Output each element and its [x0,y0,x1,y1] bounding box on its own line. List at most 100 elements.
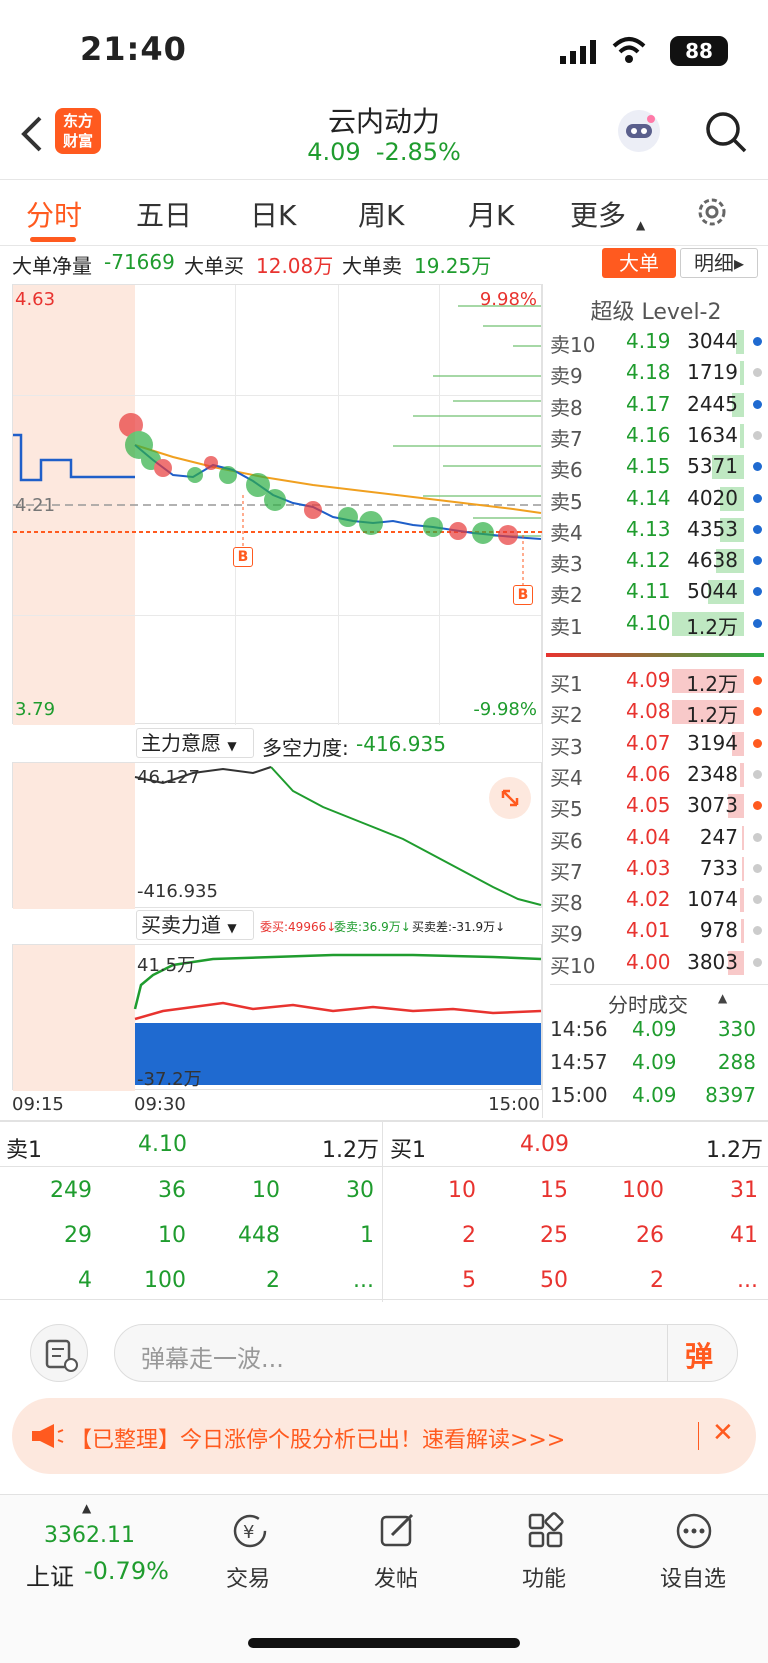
trades-title-row[interactable]: 分时成交 ▲ [550,984,768,1017]
orderbook-asks-row[interactable]: 卖8 4.17 2445 [550,389,768,420]
intraday-chart[interactable]: 4.63 4.21 3.79 9.98% -9.98% B B [12,284,543,725]
orderbook-title[interactable]: 超级 Level-2 [543,294,768,326]
level-dot-icon [753,587,762,597]
orderbook-asks-row[interactable]: 卖10 4.19 3044 [550,326,768,357]
level-label: 卖10 [550,333,596,357]
level-volume: 4353 [687,516,738,541]
orderbook-asks-row[interactable]: 卖1 4.10 1.2万 [550,608,768,639]
indicator2-chart[interactable]: 41.5万 -37.2万 [12,944,542,1091]
level-label: 卖2 [550,583,583,608]
robot-assistant-icon[interactable] [618,110,660,152]
level-label: 卖1 [550,614,583,639]
depth-bar [742,825,744,850]
danmaku-settings-icon[interactable] [30,1324,88,1382]
orderbook-asks-row[interactable]: 卖6 4.15 5371 [550,451,768,482]
indicator1-select[interactable]: 主力意愿 ▼ [136,728,254,758]
nav-watchlist[interactable]: 设自选 [660,1561,726,1593]
level-volume: 2445 [687,391,738,416]
queue-order-volume: 2 [650,1268,664,1293]
depth-bar [740,919,744,944]
depth-bar [740,361,744,386]
trade-price: 4.09 [632,1017,677,1041]
orderbook-asks-row[interactable]: 卖5 4.14 4020 [550,483,768,514]
post-icon[interactable] [378,1511,418,1551]
orderbook-bids-row[interactable]: 买5 4.05 3073 [550,790,768,821]
level-label: 买5 [550,797,583,822]
expand-icon[interactable] [489,777,531,819]
close-icon[interactable]: ✕ [712,1418,734,1448]
trade-vol: 288 [717,1050,756,1074]
watchlist-icon[interactable] [674,1511,714,1551]
danmaku-placeholder: 弹幕走一波... [141,1345,284,1373]
search-icon[interactable] [704,110,748,154]
big-buy-label: 大单买 [184,254,244,278]
queue-order-volume: 50 [540,1268,568,1293]
big-sell-value: 19.25万 [414,254,492,278]
tab-five-day[interactable]: 五日 [136,194,192,234]
orderbook-asks-row[interactable]: 卖3 4.12 4638 [550,545,768,576]
queue-order-volume: ... [737,1268,758,1293]
trade-icon[interactable]: ¥ [230,1511,270,1551]
level-label: 卖6 [550,458,583,483]
level-price: 4.00 [626,949,671,974]
buy-marker[interactable]: B [233,547,253,567]
orderbook-bids-row[interactable]: 买3 4.07 3194 [550,728,768,759]
net-label: 大单净量 [12,254,92,278]
big-order-button[interactable]: 大单 [602,248,676,278]
orderbook-bids-row[interactable]: 买4 4.06 2348 [550,759,768,790]
indicator1-chart[interactable]: 46.127 -416.935 [12,762,542,909]
orderbook-asks-row[interactable]: 卖4 4.13 4353 [550,514,768,545]
level-price: 4.08 [626,699,671,724]
index-caret-icon: ▲ [82,1501,92,1515]
orderbook-bids-row[interactable]: 买10 4.00 3803 [550,947,768,978]
queue-order-volume: 10 [448,1178,476,1203]
bottom-nav: ▲ 3362.11 上证 -0.79% ¥ 交易 发帖 功能 设自选 [0,1494,768,1663]
promo-banner[interactable]: 【已整理】今日涨停个股分析已出！速看解读>>> ✕ [12,1398,756,1474]
trade-price: 4.09 [632,1050,677,1074]
indicator2-select[interactable]: 买卖力道 ▼ [136,910,254,940]
settings-icon[interactable] [694,194,730,230]
status-bar: 21:40 88 [0,0,768,100]
orderbook-bids-row[interactable]: 买6 4.04 247 [550,822,768,853]
level-price: 4.01 [626,918,671,943]
queue-sell-label: 卖1 [6,1138,42,1163]
nav-post[interactable]: 发帖 [374,1561,418,1593]
nav-function[interactable]: 功能 [522,1561,566,1593]
danmaku-input[interactable]: 弹幕走一波... 弹 [114,1324,738,1382]
queue-order-volume: 249 [50,1178,92,1203]
level-volume: 1074 [687,887,738,912]
orderbook-bids-row[interactable]: 买2 4.08 1.2万 [550,696,768,727]
tab-daily-k[interactable]: 日K [250,194,296,234]
active-tab-indicator [30,237,76,242]
orderbook-bids-row[interactable]: 买9 4.01 978 [550,915,768,946]
level-volume: 978 [699,918,738,943]
queue-order-volume: 30 [346,1178,374,1203]
level-volume: 4638 [687,548,738,573]
detail-button[interactable]: 明细▸ [680,248,758,278]
level-dot-icon [753,707,762,717]
nav-trade[interactable]: 交易 [226,1561,270,1593]
orderbook-asks-row[interactable]: 卖2 4.11 5044 [550,576,768,607]
buy-marker[interactable]: B [513,585,533,605]
trade-vol: 330 [717,1017,756,1041]
orderbook-bids-row[interactable]: 买7 4.03 733 [550,853,768,884]
trade-row: 15:00 4.09 8397 [550,1080,768,1111]
orderbook-asks-row[interactable]: 卖9 4.18 1719 [550,357,768,388]
stock-header: 东方 财富 云内动力 4.09 -2.85% [0,100,768,180]
level-volume: 3194 [687,730,738,755]
danmaku-send-button[interactable]: 弹 [685,1335,713,1375]
queue-buy-price: 4.09 [520,1132,569,1157]
level-label: 卖7 [550,426,583,451]
index-value[interactable]: 3362.11 [44,1523,135,1548]
tab-intraday[interactable]: 分时 [26,194,82,234]
tab-weekly-k[interactable]: 周K [358,194,404,234]
tab-more[interactable]: 更多 [570,194,626,234]
orderbook-asks-row[interactable]: 卖7 4.16 1634 [550,420,768,451]
level-label: 买6 [550,828,583,853]
function-icon[interactable] [526,1511,566,1551]
level-volume: 1.2万 [686,672,738,696]
orderbook-bids-row[interactable]: 买8 4.02 1074 [550,884,768,915]
tab-monthly-k[interactable]: 月K [468,194,514,234]
battery-icon: 88 [670,36,728,66]
orderbook-bids-row[interactable]: 买1 4.09 1.2万 [550,665,768,696]
